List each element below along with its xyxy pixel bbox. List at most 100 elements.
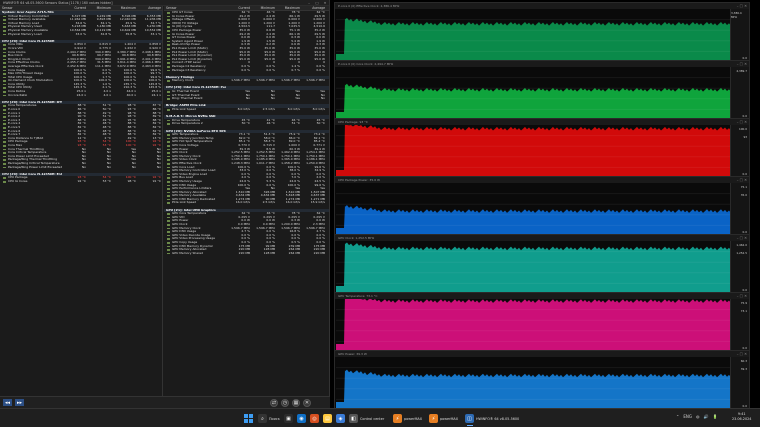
taskbar-app[interactable]: ◫ HWiNFO® 64 v8.05-5600: [465, 413, 519, 426]
col-current[interactable]: Current: [62, 6, 87, 10]
graph-area-series: [336, 125, 732, 178]
taskbar-app[interactable]: ⚡ powerMAX: [429, 413, 458, 424]
table-row[interactable]: Uncore Ratio 24.0 x 4.0 x 40.0 x 24.1 x: [0, 94, 162, 98]
sensor-graph[interactable]: P-core 0 (0) Core Clock: 2,494.7 MHz – □ …: [334, 60, 750, 120]
minimize-button[interactable]: –: [305, 1, 313, 5]
table-row[interactable]: Ring: Thermal Event No No Yes No: [164, 97, 329, 101]
graph-title-text: CPU Package Power: 35.0 W: [338, 178, 381, 182]
graph-max-value: 100.0: [738, 127, 747, 131]
sensor-graph[interactable]: GPU Power: 39.3 W – □ ✕ 60.3 39.3 0.0: [334, 350, 750, 410]
sensor-pane-left[interactable]: Sensor Current Minimum Maximum Average S…: [0, 6, 163, 396]
graph-plot: [336, 77, 732, 120]
taskbar: ⌕ Поиск ▣ ◉ ◎ ▤ ◈ ◧ Control center ⚡ powerMAX ⚡ po…: [0, 408, 760, 427]
sensor-name: Memory Clock: [164, 79, 226, 83]
table-row[interactable]: Package/Ring Power Limit Exceeded No No No N…: [0, 166, 162, 170]
app-icon: ◧: [349, 414, 358, 423]
tray-overflow-icon[interactable]: ⌃: [676, 414, 679, 419]
taskbar-app-label: Control center: [360, 416, 385, 421]
sensor-graph[interactable]: GPU Clock: 1,252.5 MHz – □ ✕ 1,462.0 1,252.…: [334, 234, 750, 294]
next-page-button[interactable]: ▸▸: [15, 399, 24, 406]
value-minimum: 128 MB: [263, 251, 275, 255]
graph-scale: 75.9 73.1 0.0: [730, 299, 749, 352]
taskbar-search[interactable]: ⌕ Поиск: [258, 413, 280, 424]
taskbar-app[interactable]: ▤: [323, 413, 332, 424]
col-average[interactable]: Average: [137, 6, 162, 10]
col-maximum[interactable]: Maximum: [276, 6, 301, 10]
value-maximum: 1,596.7 MHz: [281, 79, 300, 83]
value-maximum: Yes: [295, 97, 300, 101]
sensor-graph[interactable]: CPU Package Power: 35.0 W – □ ✕ 75.1 35.0 0.…: [334, 176, 750, 236]
col-average[interactable]: Average: [301, 6, 326, 10]
battery-icon[interactable]: 🔋: [712, 414, 717, 419]
sensor-pane-right[interactable]: Sensor Current Minimum Maximum Average C…: [164, 6, 329, 396]
clock[interactable]: 9:41 23.06.2024: [732, 412, 751, 422]
taskbar-app[interactable]: ▣: [284, 413, 293, 424]
graph-scale: 4,389.7 0.0: [730, 67, 749, 120]
graph-max-value: 60.3: [740, 359, 747, 363]
value-current: 8.0 GT/s: [237, 108, 250, 112]
app-icon: ◉: [297, 414, 306, 423]
col-maximum[interactable]: Maximum: [112, 6, 137, 10]
col-sensor[interactable]: Sensor: [164, 6, 226, 10]
table-row[interactable]: PCIe Link Speed 16.0 GT/s 2.5 GT/s 16.0 GT/…: [164, 201, 329, 205]
taskbar-app[interactable]: ◎: [310, 413, 319, 424]
graph-scale: 100.0 93 0.0: [730, 125, 749, 178]
col-sensor[interactable]: Sensor: [0, 6, 62, 10]
graph-scale: 3,386.4 MHz 0.0: [730, 9, 749, 62]
language-indicator[interactable]: ENG: [683, 414, 692, 419]
value-average: 15.9 GT/s: [310, 201, 325, 205]
value-minimum: No: [106, 165, 111, 169]
graph-scale: 75.1 35.0 0.0: [730, 183, 749, 236]
value-current: No: [245, 97, 250, 101]
clock-date: 23.06.2024: [732, 417, 752, 421]
taskbar-app[interactable]: ◉: [297, 413, 306, 424]
value-current: 24.0 x: [76, 93, 86, 97]
value-average: 33.1 %: [150, 32, 161, 36]
graph-scale: 60.3 39.3 0.0: [730, 357, 749, 410]
value-average: 1,596.7 MHz: [306, 79, 325, 83]
value-maximum: 0.7 %: [291, 68, 300, 72]
sensor-graph[interactable]: CPU Package: 93 °C – □ ✕ 100.0 93 0.0: [334, 118, 750, 178]
graph-plot: [336, 125, 732, 178]
graph-title-text: P-core 0 (0) Effective Clock: 2,386.4 MH…: [338, 4, 400, 8]
sensor-graph[interactable]: GPU Temperature: 73.1 °C – □ ✕ 75.9 73.1 0.0: [334, 292, 750, 352]
value-current: No: [81, 165, 86, 169]
reset-icon[interactable]: ⇄: [270, 399, 278, 407]
table-row[interactable]: PCIe Link Speed 8.0 GT/s 2.5 GT/s 8.0 GT/s 8…: [164, 108, 329, 112]
value-minimum: 2.5 GT/s: [262, 201, 275, 205]
graph-current-value: 73.1: [740, 309, 747, 313]
value-minimum: 32.8 %: [100, 32, 111, 36]
close-button[interactable]: ✕: [321, 1, 329, 5]
network-icon[interactable]: ◍: [696, 414, 700, 419]
sensor-graph[interactable]: P-core 0 (0) Effective Clock: 2,386.4 MH…: [334, 2, 750, 62]
taskbar-app[interactable]: ⚡ powerMAX: [393, 413, 422, 424]
hwinfo-window[interactable]: HWiNFO® 64 v8.05-5600 Sensors Status [11…: [0, 0, 330, 408]
exit-icon[interactable]: ✕: [303, 399, 311, 407]
graph-current-value: 39.3: [740, 367, 747, 371]
prev-page-button[interactable]: ◂◂: [3, 399, 12, 406]
col-minimum[interactable]: Minimum: [251, 6, 276, 10]
value-average: 50 °C: [316, 122, 325, 126]
graph-plot: [336, 242, 732, 294]
table-row[interactable]: Package C3 Residency 0.0 % 0.0 % 0.7 % 0.0 %: [164, 69, 329, 73]
value-maximum: 16.0 GT/s: [285, 201, 300, 205]
col-current[interactable]: Current: [226, 6, 251, 10]
maximize-button[interactable]: □: [313, 1, 321, 5]
table-row[interactable]: Memory Clock 1,596.7 MHz 1,596.7 MHz 1,596.…: [164, 79, 329, 83]
col-minimum[interactable]: Minimum: [87, 6, 112, 10]
sensor-name: PCIe Link Speed: [164, 108, 226, 112]
volume-icon[interactable]: 🔊: [703, 414, 708, 419]
layout-icon[interactable]: ▦: [292, 399, 300, 407]
app-icon: ◈: [336, 414, 345, 423]
table-row[interactable]: Drive Temperature 2 50 °C 46 °C 51 °C 50 °C: [164, 122, 329, 126]
table-row[interactable]: CPU IA Cores 92 °C 53 °C 98 °C 91 °C: [0, 180, 162, 184]
taskbar-app[interactable]: ◈: [336, 413, 345, 424]
value-maximum: 40.0 x: [126, 93, 136, 97]
table-row[interactable]: GPU Memory Shared 220 MB 128 MB 264 MB 220 M…: [164, 252, 329, 256]
taskbar-app[interactable]: ◧ Control center: [349, 413, 384, 424]
graph-area-series: [336, 369, 732, 410]
clock-icon[interactable]: ◷: [281, 399, 289, 407]
table-row[interactable]: Physical Memory Load 33.0 % 32.8 % 35.8 % 33…: [0, 33, 162, 37]
start-button[interactable]: [244, 414, 253, 423]
value-average: 91 °C: [152, 179, 161, 183]
